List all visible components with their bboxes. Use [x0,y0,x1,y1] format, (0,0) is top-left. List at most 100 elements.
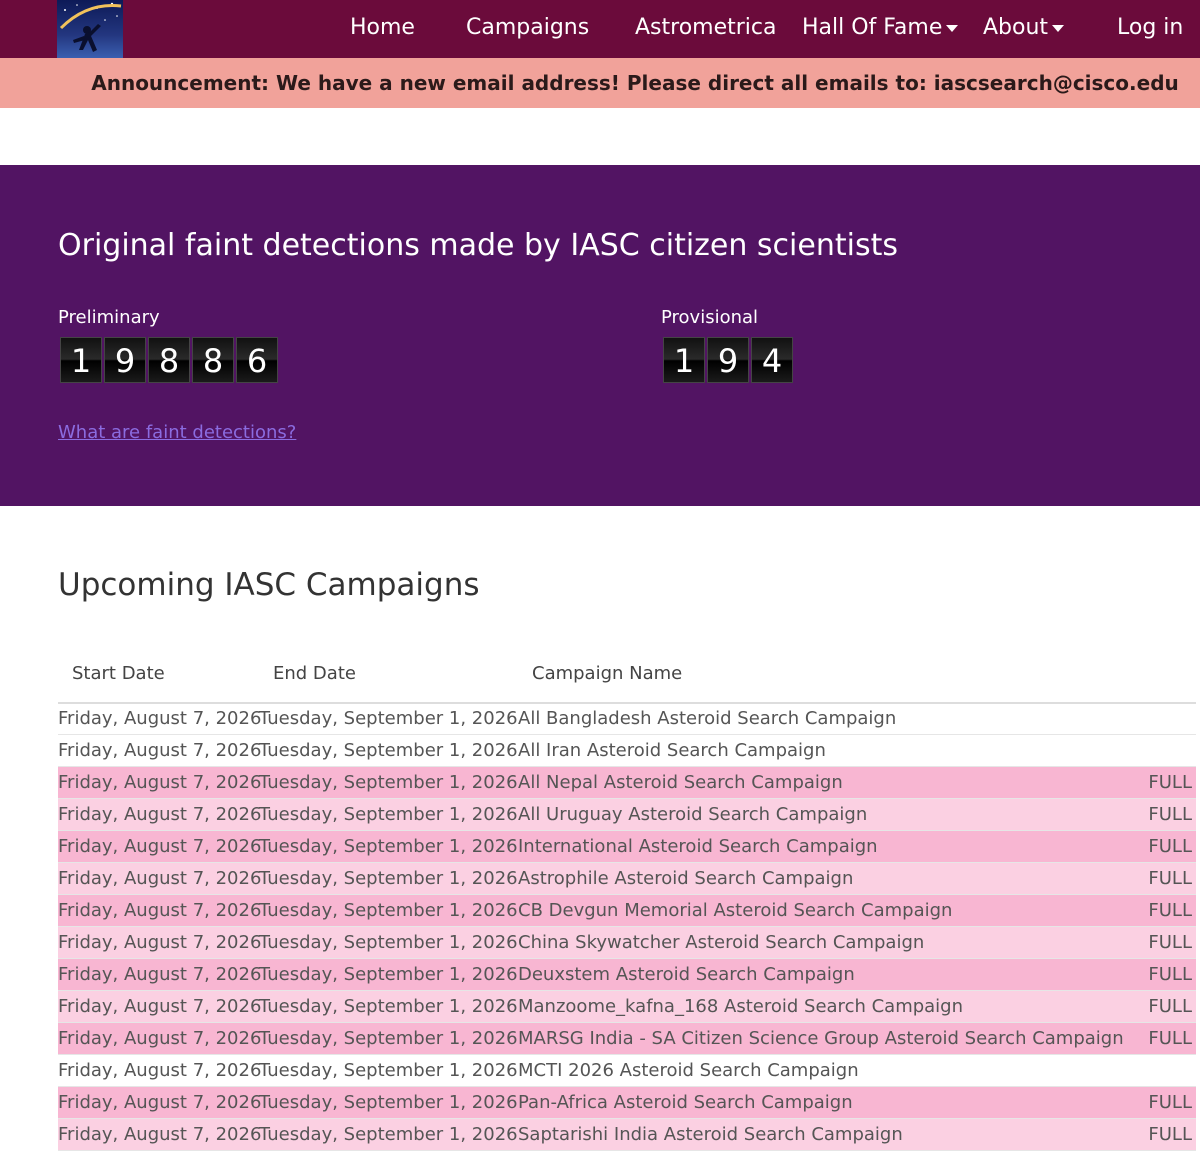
status-cell: FULL [1148,900,1192,921]
table-row[interactable]: Friday, August 7, 2026 Tuesday, September… [58,767,1196,799]
table-row[interactable]: Friday, August 7, 2026 Tuesday, September… [58,735,1196,767]
status-cell: FULL [1148,1092,1192,1113]
nav-home-label: Home [350,15,415,40]
campaign-name-cell: MARSG India - SA Citizen Science Group A… [518,1028,1124,1049]
detections-section: Original faint detections made by IASC c… [0,165,1200,506]
table-row[interactable]: Friday, August 7, 2026 Tuesday, September… [58,991,1196,1023]
table-row[interactable]: Friday, August 7, 2026 Tuesday, September… [58,863,1196,895]
start-date-cell: Friday, August 7, 2026 [58,708,262,729]
nav-home[interactable]: Home [350,14,415,42]
campaign-name-cell: Manzoome_kafna_168 Asteroid Search Campa… [518,996,964,1017]
end-date-cell: Tuesday, September 1, 2026 [259,836,518,857]
table-row[interactable]: Friday, August 7, 2026 Tuesday, September… [58,1087,1196,1119]
column-campaign-name[interactable]: Campaign Name [532,662,682,686]
start-date-cell: Friday, August 7, 2026 [58,868,262,889]
column-start-date[interactable]: Start Date [72,662,165,686]
campaigns-table-header: Start Date End Date Campaign Name [58,660,1196,704]
counter-digit: 1 [663,337,705,383]
campaign-name-cell: All Bangladesh Asteroid Search Campaign [518,708,897,729]
end-date-cell: Tuesday, September 1, 2026 [259,1124,518,1145]
end-date-cell: Tuesday, September 1, 2026 [259,740,518,761]
nav-campaigns[interactable]: Campaigns [466,14,589,42]
nav-hall-of-fame[interactable]: Hall Of Fame [802,14,959,42]
campaign-name-cell: Astrophile Asteroid Search Campaign [518,868,854,889]
start-date-cell: Friday, August 7, 2026 [58,1060,262,1081]
announcement-text: Announcement: We have a new email addres… [91,71,1179,95]
provisional-counter: 1 9 4 [663,337,795,385]
start-date-cell: Friday, August 7, 2026 [58,964,262,985]
start-date-cell: Friday, August 7, 2026 [58,996,262,1017]
site-logo[interactable] [57,0,123,58]
end-date-cell: Tuesday, September 1, 2026 [259,996,518,1017]
campaigns-table-body: Friday, August 7, 2026 Tuesday, September… [58,703,1196,1151]
table-row[interactable]: Friday, August 7, 2026 Tuesday, September… [58,1055,1196,1087]
counter-digit: 9 [104,337,146,383]
end-date-cell: Tuesday, September 1, 2026 [259,1028,518,1049]
counter-digit: 4 [751,337,793,383]
table-row[interactable]: Friday, August 7, 2026 Tuesday, September… [58,831,1196,863]
start-date-cell: Friday, August 7, 2026 [58,1124,262,1145]
preliminary-label: Preliminary [58,307,160,328]
table-row[interactable]: Friday, August 7, 2026 Tuesday, September… [58,959,1196,991]
campaign-name-cell: China Skywatcher Asteroid Search Campaig… [518,932,925,953]
caret-down-icon [946,24,959,32]
status-cell: FULL [1148,804,1192,825]
nav-astrometrica-label: Astrometrica [635,15,777,40]
start-date-cell: Friday, August 7, 2026 [58,900,262,921]
provisional-label: Provisional [661,307,759,328]
status-cell: FULL [1148,868,1192,889]
counter-digit: 9 [707,337,749,383]
end-date-cell: Tuesday, September 1, 2026 [259,804,518,825]
caret-down-icon [1052,24,1065,32]
end-date-cell: Tuesday, September 1, 2026 [259,932,518,953]
counter-digit: 1 [60,337,102,383]
detections-title: Original faint detections made by IASC c… [58,228,898,263]
nav-hall-of-fame-label: Hall Of Fame [802,15,943,40]
nav-astrometrica[interactable]: Astrometrica [635,14,777,42]
counter-digit: 6 [236,337,278,383]
nav-campaigns-label: Campaigns [466,15,590,40]
end-date-cell: Tuesday, September 1, 2026 [259,900,518,921]
status-cell: FULL [1148,836,1192,857]
start-date-cell: Friday, August 7, 2026 [58,1092,262,1113]
announcement-bar: Announcement: We have a new email addres… [0,58,1200,108]
campaign-name-cell: International Asteroid Search Campaign [518,836,878,857]
campaign-name-cell: Pan-Africa Asteroid Search Campaign [518,1092,853,1113]
table-row[interactable]: Friday, August 7, 2026 Tuesday, September… [58,895,1196,927]
status-cell: FULL [1148,1028,1192,1049]
counter-digit: 8 [192,337,234,383]
campaign-name-cell: All Nepal Asteroid Search Campaign [518,772,843,793]
table-row[interactable]: Friday, August 7, 2026 Tuesday, September… [58,1119,1196,1151]
preliminary-counter: 1 9 8 8 6 [60,337,280,385]
table-row[interactable]: Friday, August 7, 2026 Tuesday, September… [58,1023,1196,1055]
nav-login[interactable]: Log in [1117,14,1183,42]
table-row[interactable]: Friday, August 7, 2026 Tuesday, September… [58,703,1196,735]
campaigns-title: Upcoming IASC Campaigns [58,567,480,603]
campaign-name-cell: MCTI 2026 Asteroid Search Campaign [518,1060,859,1081]
status-cell: FULL [1148,772,1192,793]
nav-login-label: Log in [1117,15,1184,40]
status-cell: FULL [1148,964,1192,985]
nav-about[interactable]: About [983,14,1065,42]
start-date-cell: Friday, August 7, 2026 [58,1028,262,1049]
start-date-cell: Friday, August 7, 2026 [58,772,262,793]
end-date-cell: Tuesday, September 1, 2026 [259,1060,518,1081]
campaign-name-cell: CB Devgun Memorial Asteroid Search Campa… [518,900,953,921]
end-date-cell: Tuesday, September 1, 2026 [259,772,518,793]
campaign-name-cell: All Uruguay Asteroid Search Campaign [518,804,868,825]
column-end-date[interactable]: End Date [273,662,356,686]
status-cell: FULL [1148,1124,1192,1145]
start-date-cell: Friday, August 7, 2026 [58,804,262,825]
end-date-cell: Tuesday, September 1, 2026 [259,708,518,729]
navbar: Home Campaigns Astrometrica Hall Of Fame… [0,0,1200,58]
nav-about-label: About [983,15,1049,40]
table-row[interactable]: Friday, August 7, 2026 Tuesday, September… [58,799,1196,831]
end-date-cell: Tuesday, September 1, 2026 [259,964,518,985]
faint-detections-link[interactable]: What are faint detections? [58,422,296,444]
end-date-cell: Tuesday, September 1, 2026 [259,1092,518,1113]
campaign-name-cell: All Iran Asteroid Search Campaign [518,740,826,761]
campaign-name-cell: Deuxstem Asteroid Search Campaign [518,964,855,985]
start-date-cell: Friday, August 7, 2026 [58,836,262,857]
start-date-cell: Friday, August 7, 2026 [58,740,262,761]
table-row[interactable]: Friday, August 7, 2026 Tuesday, September… [58,927,1196,959]
